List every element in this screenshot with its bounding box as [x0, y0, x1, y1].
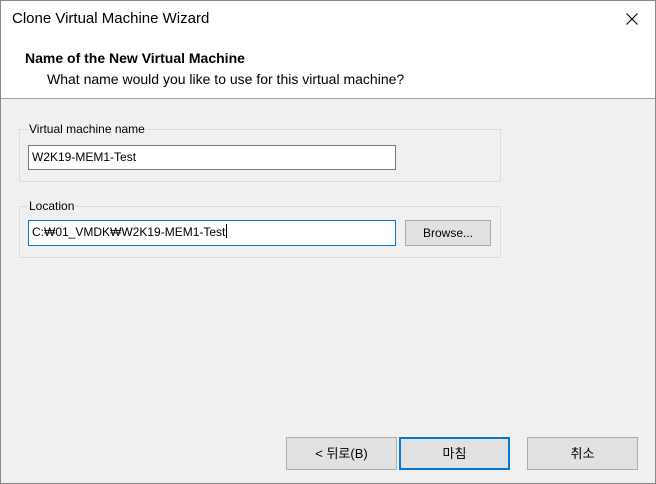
finish-button[interactable]: 마침: [399, 437, 510, 470]
vm-name-input[interactable]: W2K19-MEM1-Test: [28, 145, 396, 170]
window-title: Clone Virtual Machine Wizard: [12, 10, 210, 27]
location-value: C:₩01_VMDK₩W2K19-MEM1-Test: [32, 225, 226, 239]
wizard-header: Name of the New Virtual Machine What nam…: [1, 37, 655, 99]
vm-name-value: W2K19-MEM1-Test: [32, 150, 137, 164]
vm-name-label: Virtual machine name: [28, 122, 146, 136]
cancel-button[interactable]: 취소: [527, 437, 638, 470]
back-button[interactable]: < 뒤로(B): [286, 437, 397, 470]
back-label: < 뒤로(B): [315, 446, 368, 461]
browse-label: Browse...: [422, 226, 473, 240]
close-button[interactable]: [609, 1, 655, 37]
text-caret: [226, 224, 228, 238]
cancel-label: 취소: [570, 446, 595, 461]
finish-label: 마침: [442, 446, 467, 461]
clone-wizard-window: Clone Virtual Machine Wizard Name of the…: [0, 0, 656, 484]
vm-name-group: Virtual machine name W2K19-MEM1-Test: [19, 122, 501, 182]
location-group: Location C:₩01_VMDK₩W2K19-MEM1-Test Brow…: [19, 199, 501, 258]
location-input[interactable]: C:₩01_VMDK₩W2K19-MEM1-Test: [28, 220, 396, 246]
page-subtitle: What name would you like to use for this…: [47, 71, 405, 87]
title-bar: Clone Virtual Machine Wizard: [1, 1, 655, 37]
browse-button[interactable]: Browse...: [405, 220, 491, 246]
close-icon: [626, 13, 638, 25]
location-label: Location: [28, 199, 76, 213]
page-title: Name of the New Virtual Machine: [25, 50, 245, 66]
